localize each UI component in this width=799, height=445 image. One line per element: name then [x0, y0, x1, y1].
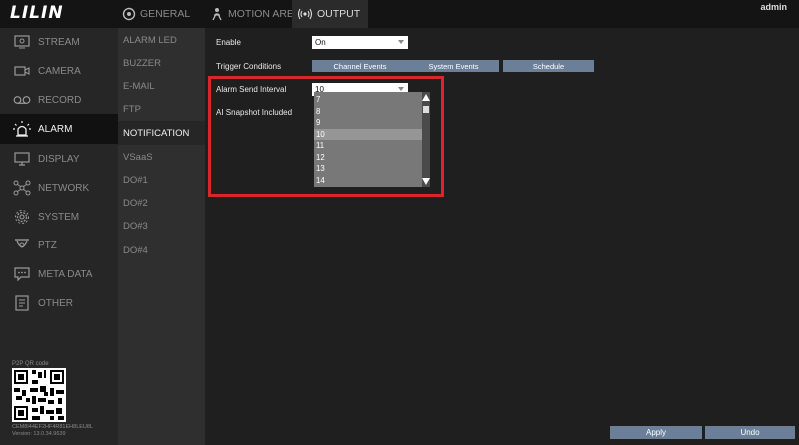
sidebar-item-record[interactable]: RECORD: [0, 86, 118, 114]
sidebar-item-label: DISPLAY: [38, 153, 80, 165]
motion-area-icon: [212, 8, 222, 21]
submenu-item-vsaas[interactable]: VSaaS: [118, 146, 205, 168]
sidebar-item-label: NETWORK: [38, 182, 90, 194]
channel-events-button[interactable]: Channel Events: [312, 60, 408, 72]
sidebar-item-label: STREAM: [38, 36, 80, 48]
network-icon: [11, 179, 33, 197]
submenu-item-alarm-led[interactable]: ALARM LED: [118, 29, 205, 51]
firmware-info: CEM8I44EF2HF4R81EH8LEU8L Version: 13.0.3…: [12, 424, 93, 438]
sidebar-item-alarm[interactable]: ALARM: [0, 114, 118, 144]
undo-button[interactable]: Undo: [705, 426, 795, 439]
sidebar-item-label: RECORD: [38, 94, 82, 106]
user-name[interactable]: admin: [760, 2, 787, 12]
sidebar-item-label: PTZ: [38, 239, 57, 251]
ptz-icon: [11, 236, 33, 254]
tab-motion-area-label: MOTION AREA: [228, 8, 301, 20]
tab-output[interactable]: OUTPUT: [292, 0, 369, 28]
sidebar-item-system[interactable]: SYSTEM: [0, 203, 118, 231]
sidebar-item-meta-data[interactable]: META DATA: [0, 260, 118, 288]
sidebar: STREAM CAMERA RECORD ALARM DISPLAY NETWO…: [0, 28, 118, 445]
enable-label: Enable: [216, 38, 241, 47]
app-window: LILIN GENERAL MOTION AREA OUTPUT admin S…: [0, 0, 799, 445]
other-icon: [11, 294, 33, 312]
submenu-item-notification[interactable]: NOTIFICATION: [118, 121, 205, 145]
notification-settings-panel: Enable On Trigger Conditions Channel Eve…: [205, 28, 799, 445]
device-id: CEM8I44EF2HF4R81EH8LEU8L: [12, 424, 94, 430]
annotation-highlight-box: [208, 76, 444, 197]
sidebar-item-display[interactable]: DISPLAY: [0, 145, 118, 173]
sidebar-item-camera[interactable]: CAMERA: [0, 57, 118, 85]
sidebar-item-label: OTHER: [38, 297, 73, 309]
display-icon: [11, 150, 33, 168]
sidebar-item-ptz[interactable]: PTZ: [0, 231, 118, 259]
qr-label: P2P QR code: [12, 361, 49, 367]
enable-select-value: On: [315, 38, 326, 47]
metadata-icon: [11, 265, 33, 283]
top-bar: LILIN GENERAL MOTION AREA OUTPUT admin: [0, 0, 799, 28]
submenu-item-email[interactable]: E-MAIL: [118, 75, 205, 97]
camera-icon: [11, 62, 33, 80]
sidebar-item-label: SYSTEM: [38, 211, 80, 223]
submenu-item-do4[interactable]: DO#4: [118, 239, 205, 261]
tab-motion-area[interactable]: MOTION AREA: [210, 0, 301, 28]
submenu-item-do1[interactable]: DO#1: [118, 169, 205, 191]
sidebar-item-label: ALARM: [38, 123, 73, 135]
chevron-down-icon: [398, 40, 404, 44]
alarm-icon: [11, 120, 33, 138]
general-icon: [122, 7, 136, 21]
sidebar-item-stream[interactable]: STREAM: [0, 28, 118, 56]
submenu-item-do2[interactable]: DO#2: [118, 192, 205, 214]
submenu-item-do3[interactable]: DO#3: [118, 215, 205, 237]
sidebar-item-label: CAMERA: [38, 65, 81, 77]
lilin-logo: LILIN: [10, 3, 64, 23]
schedule-button[interactable]: Schedule: [503, 60, 594, 72]
sidebar-item-label: META DATA: [38, 268, 93, 280]
stream-icon: [11, 33, 33, 51]
sidebar-item-other[interactable]: OTHER: [0, 289, 118, 317]
record-icon: [11, 91, 33, 109]
tab-general-label: GENERAL: [140, 8, 191, 20]
system-events-button[interactable]: System Events: [408, 60, 499, 72]
gear-icon: [11, 208, 33, 226]
enable-select[interactable]: On: [312, 36, 408, 49]
tab-output-label: OUTPUT: [317, 8, 361, 20]
tab-general[interactable]: GENERAL: [122, 0, 190, 28]
sidebar-item-network[interactable]: NETWORK: [0, 174, 118, 202]
alarm-submenu: ALARM LED BUZZER E-MAIL FTP NOTIFICATION…: [118, 28, 205, 445]
submenu-item-buzzer[interactable]: BUZZER: [118, 52, 205, 74]
submenu-item-ftp[interactable]: FTP: [118, 98, 205, 120]
output-icon: [297, 8, 313, 20]
trigger-conditions-label: Trigger Conditions: [216, 62, 282, 71]
qr-code: [12, 368, 66, 422]
version-text: Version: 13.0.34.9639: [12, 431, 66, 437]
apply-button[interactable]: Apply: [610, 426, 702, 439]
